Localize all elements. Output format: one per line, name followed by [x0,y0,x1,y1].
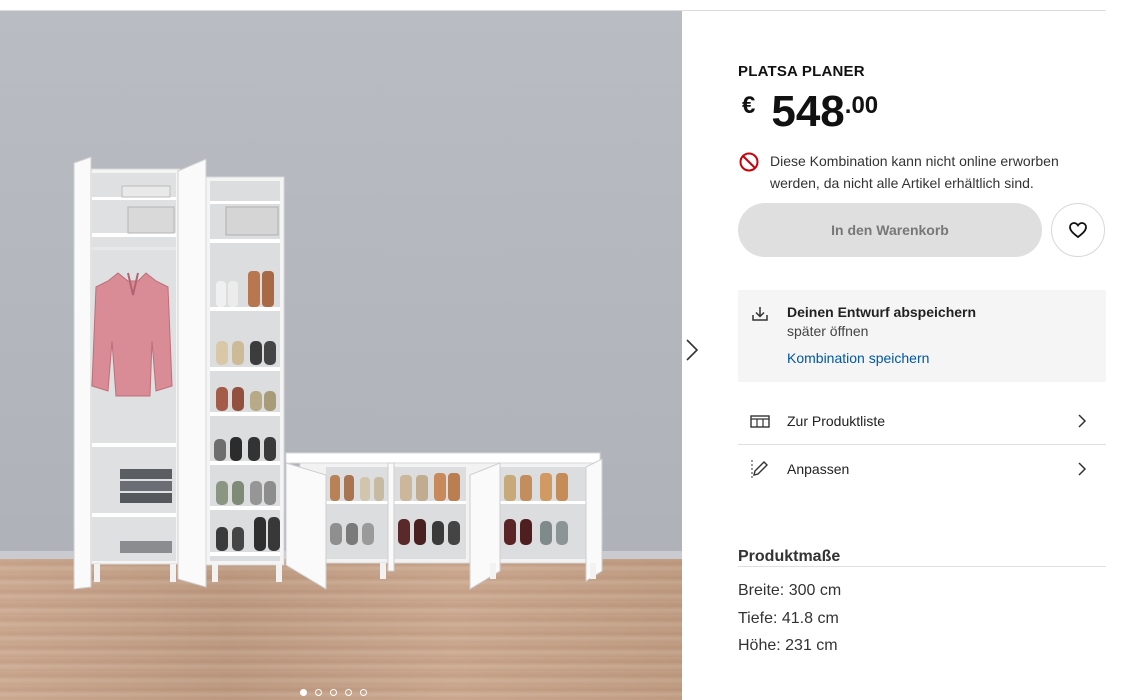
gallery-dot[interactable] [345,689,352,696]
gallery-dot[interactable] [315,689,322,696]
chevron-right-icon [686,339,699,361]
save-design-heading: Deinen Entwurf abspeichern [787,304,977,320]
dimensions-heading: Produktmaße [738,548,841,565]
gallery-dot[interactable] [330,689,337,696]
product-list-icon [750,414,770,428]
save-combination-link[interactable]: Kombination speichern [787,350,929,366]
product-title: PLATSA PLANER [738,63,865,80]
save-design-box: Deinen Entwurf abspeichern später öffnen… [738,290,1106,382]
download-icon [752,307,768,321]
price-decimals: .00 [844,92,879,119]
product-image-gallery[interactable] [0,11,682,700]
gallery-next-button[interactable] [684,337,706,365]
customize-link[interactable]: Anpassen [738,445,1106,492]
dimensions-divider [738,566,1106,567]
product-list-link[interactable]: Zur Produktliste [738,397,1106,445]
product-price: € 548 .00 [742,86,878,138]
favorite-button[interactable] [1051,203,1105,257]
availability-message: Diese Kombination kann nicht online erwo… [770,153,1059,191]
chevron-right-icon [1078,461,1087,476]
dimension-depth: Tiefe: 41.8 cm [738,610,839,627]
gallery-dot[interactable] [300,689,307,696]
gallery-pagination [300,689,367,696]
customize-label: Anpassen [787,460,850,477]
save-design-subtext: später öffnen [787,323,869,339]
chevron-right-icon [1078,413,1087,428]
not-allowed-icon [739,152,759,172]
wardrobe-render [73,156,603,590]
dimension-width: Breite: 300 cm [738,582,842,599]
product-list-label: Zur Produktliste [787,412,886,429]
dimension-height: Höhe: 231 cm [738,637,838,654]
heart-icon [1069,222,1087,239]
price-currency: € [742,92,756,119]
add-to-cart-button[interactable]: In den Warenkorb [738,203,1042,257]
availability-notice: Diese Kombination kann nicht online erwo… [738,150,1090,194]
gallery-dot[interactable] [360,689,367,696]
price-integer: 548 [771,87,845,136]
pencil-icon [751,459,768,478]
